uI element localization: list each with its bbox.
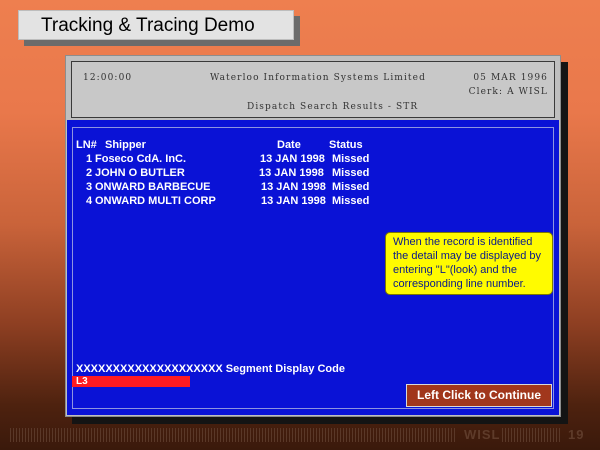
row-ln: 2 xyxy=(86,167,93,179)
row-status: Missed xyxy=(332,181,370,193)
terminal-header: 12:00:00 Waterloo Information Systems Li… xyxy=(71,61,555,118)
row-shipper: JOHN O BUTLER xyxy=(95,167,185,179)
row-status: Missed xyxy=(332,167,370,179)
row-shipper: ONWARD BARBECUE xyxy=(95,181,211,193)
col-header-ln: LN# xyxy=(76,139,97,151)
page-number: 19 xyxy=(568,427,585,442)
terminal-screen-title: Dispatch Search Results - STR xyxy=(247,102,419,112)
terminal-company: Waterloo Information Systems Limited xyxy=(210,73,426,83)
col-header-shipper: Shipper xyxy=(105,139,146,151)
terminal-window: 12:00:00 Waterloo Information Systems Li… xyxy=(65,55,561,417)
col-header-date: Date xyxy=(277,139,301,151)
terminal-screen: LN# Shipper Date Status 1 Foseco CdA. In… xyxy=(67,120,559,415)
command-input[interactable]: L3 xyxy=(72,376,190,387)
row-status: Missed xyxy=(332,195,370,207)
row-ln: 4 xyxy=(86,195,93,207)
barcode-decoration-left xyxy=(10,428,455,442)
continue-button[interactable]: Left Click to Continue xyxy=(406,384,552,407)
slide-title: Tracking & Tracing Demo xyxy=(18,10,294,40)
col-header-status: Status xyxy=(329,139,363,151)
row-shipper: Foseco CdA. InC. xyxy=(95,153,187,165)
segment-display-code: XXXXXXXXXXXXXXXXXXXX Segment Display Cod… xyxy=(76,363,345,375)
terminal-date: 05 MAR 1996 xyxy=(473,73,548,83)
row-date: 13 JAN 1998 xyxy=(261,181,326,193)
row-date: 13 JAN 1998 xyxy=(259,167,324,179)
row-date: 13 JAN 1998 xyxy=(261,195,326,207)
barcode-decoration-right xyxy=(502,428,560,442)
help-callout: When the record is identified the detail… xyxy=(385,232,553,295)
terminal-clerk: Clerk: A WISL xyxy=(468,87,548,97)
terminal-time: 12:00:00 xyxy=(83,73,133,83)
row-shipper: ONWARD MULTI CORP xyxy=(95,195,216,207)
row-date: 13 JAN 1998 xyxy=(260,153,325,165)
row-ln: 3 xyxy=(86,181,93,193)
footer-brand: WISL xyxy=(464,427,501,442)
footer: WISL 19 xyxy=(10,427,590,444)
row-status: Missed xyxy=(332,153,370,165)
row-ln: 1 xyxy=(86,153,93,165)
